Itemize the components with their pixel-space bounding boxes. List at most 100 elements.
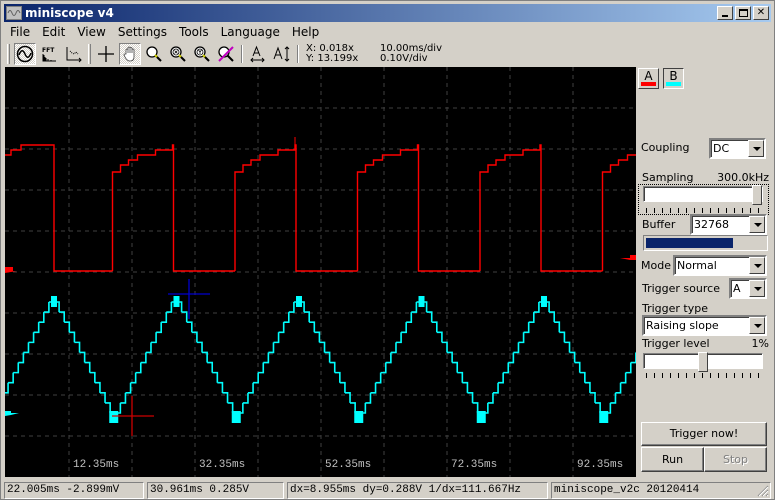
zoom-reset-button[interactable] <box>215 43 237 65</box>
stop-button[interactable]: Stop <box>704 447 767 472</box>
sampling-slider-thumb[interactable] <box>752 185 762 205</box>
toolbar-separator <box>241 45 243 63</box>
menu-file[interactable]: File <box>4 23 36 42</box>
scale-readout: 10.00ms/div 0.10V/div <box>380 44 442 64</box>
minimize-button[interactable] <box>717 6 733 20</box>
trigger-now-button[interactable]: Trigger now! <box>641 422 767 446</box>
close-icon: ✕ <box>756 7 766 18</box>
menu-edit[interactable]: Edit <box>36 23 71 42</box>
sampling-slider[interactable] <box>643 185 763 205</box>
menu-help[interactable]: Help <box>286 23 325 42</box>
scope-canvas[interactable]: 12.35ms 32.35ms 52.35ms 72.35ms 92.35ms <box>5 67 636 477</box>
trigger-type-label: Trigger type <box>642 302 709 315</box>
volts-per-div: 0.10V/div <box>380 53 428 64</box>
chevron-down-icon[interactable] <box>749 257 765 274</box>
zoom-readout: X: 0.018x Y: 13.199x <box>306 44 380 64</box>
trigger-source-value: A <box>733 282 741 295</box>
trigger-level-ticks <box>646 373 764 378</box>
run-button[interactable]: Run <box>641 447 704 472</box>
app-window: miniscope v4 ✕ File Edit View Settings T… <box>0 0 775 500</box>
autoscale-x-button[interactable] <box>247 43 269 65</box>
status-cursor-1: 22.005ms -2.899mV <box>4 482 144 499</box>
trigger-source-label: Trigger source <box>642 282 720 295</box>
hand-icon <box>123 46 135 62</box>
channel-settings-panel: A B Coupling DC Sampling 300.0kHz Buffer… <box>637 67 773 477</box>
coupling-value: DC <box>713 142 730 155</box>
menu-language[interactable]: Language <box>215 23 286 42</box>
zoom-y-button[interactable] <box>191 43 213 65</box>
zoom-x-button[interactable] <box>167 43 189 65</box>
trigger-level-label: Trigger level <box>642 337 710 350</box>
channel-b-peak <box>51 296 57 307</box>
close-button[interactable]: ✕ <box>753 6 769 20</box>
mode-label: Mode <box>641 259 671 272</box>
zoom-button[interactable] <box>143 43 165 65</box>
maximize-button[interactable] <box>735 6 751 20</box>
chevron-down-icon[interactable] <box>748 140 764 157</box>
buffer-label: Buffer <box>642 218 676 231</box>
scope-display[interactable]: 12.35ms 32.35ms 52.35ms 72.35ms 92.35ms <box>5 67 636 477</box>
autoscale-vertical-icon <box>273 46 290 62</box>
channel-b-trough <box>109 411 119 423</box>
toolbar-grip[interactable] <box>7 44 10 64</box>
menu-view[interactable]: View <box>71 23 111 42</box>
channel-a-button[interactable]: A <box>638 68 659 89</box>
svg-text:FFT: FFT <box>42 47 55 54</box>
menu-bar: File Edit View Settings Tools Language H… <box>4 23 325 42</box>
buffer-select[interactable]: 32768 <box>690 214 767 235</box>
trigger-type-select[interactable]: Raising slope <box>642 315 767 336</box>
channel-a-color <box>641 82 656 86</box>
trigger-source-select[interactable]: A <box>729 278 767 299</box>
autoscale-horizontal-icon <box>250 45 265 63</box>
channel-a-label: A <box>644 69 653 83</box>
buffer-progress-fill <box>646 238 733 248</box>
toolbar-separator-2 <box>297 45 299 63</box>
magnifier-icon <box>146 46 162 62</box>
channel-b-trough <box>599 411 609 423</box>
status-version: miniscope_v2c 20120414 <box>551 482 771 499</box>
channel-b-button[interactable]: B <box>663 68 684 89</box>
app-icon <box>6 6 22 20</box>
coupling-label: Coupling <box>641 141 690 154</box>
channel-b-label: B <box>669 69 678 83</box>
toolbar-grip-2[interactable] <box>88 44 91 64</box>
chevron-down-icon[interactable] <box>749 216 765 233</box>
crosshair-icon <box>98 46 114 62</box>
menu-tools[interactable]: Tools <box>173 23 215 42</box>
trigger-level-slider[interactable] <box>643 352 763 372</box>
time-axis-label: 92.35ms <box>577 459 623 471</box>
time-axis-label: 72.35ms <box>451 459 497 471</box>
fft-mode-button[interactable]: FFT <box>38 43 60 65</box>
channel-b-trough <box>354 411 364 423</box>
xy-mode-button[interactable] <box>62 43 84 65</box>
mode-value: Normal <box>677 259 717 272</box>
minimize-icon <box>722 15 728 17</box>
zoom-y-readout: Y: 13.199x <box>306 53 359 64</box>
sampling-value: 300.0kHz <box>717 171 769 184</box>
chevron-down-icon[interactable] <box>749 317 765 334</box>
buffer-value: 32768 <box>694 218 729 231</box>
sampling-label: Sampling <box>642 171 694 184</box>
xy-plot-icon <box>66 47 82 63</box>
title-bar[interactable]: miniscope v4 ✕ <box>4 4 771 22</box>
time-axis-label: 32.35ms <box>199 459 245 471</box>
maximize-icon <box>738 9 748 17</box>
status-delta: dx=8.955ms dy=0.288V 1/dx=111.667Hz <box>287 482 548 499</box>
resize-grip-icon[interactable] <box>757 485 769 497</box>
channel-b-ground-marker <box>5 411 19 416</box>
trigger-level-slider-thumb[interactable] <box>698 352 708 372</box>
cursor-button[interactable] <box>95 43 117 65</box>
magnifier-x-icon <box>170 46 186 62</box>
time-axis-label: 52.35ms <box>325 459 371 471</box>
pan-button[interactable] <box>119 43 141 65</box>
magnifier-cancel-icon <box>218 46 234 62</box>
mode-select[interactable]: Normal <box>673 255 767 276</box>
menu-settings[interactable]: Settings <box>112 23 173 42</box>
autoscale-y-button[interactable] <box>271 43 293 65</box>
coupling-select[interactable]: DC <box>709 138 766 159</box>
chevron-down-icon[interactable] <box>749 280 765 297</box>
status-bar: 22.005ms -2.899mV 30.961ms 0.285V dx=8.9… <box>4 482 771 499</box>
oscilloscope-mode-button[interactable] <box>14 43 36 65</box>
sine-circle-icon <box>16 45 34 63</box>
status-cursor-2: 30.961ms 0.285V <box>147 482 284 499</box>
